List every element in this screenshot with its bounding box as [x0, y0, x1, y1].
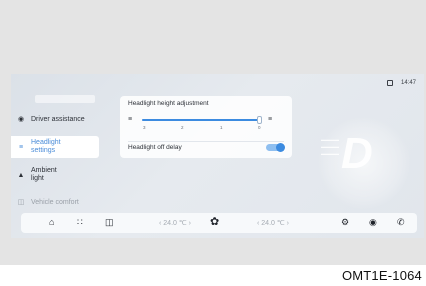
- headlight-icon: ≡: [18, 143, 24, 151]
- headlight-panel: Headlight height adjustment ≡ ≡ 3 2 1 0 …: [120, 96, 292, 158]
- slider-fill: [142, 119, 260, 121]
- right-temperature[interactable]: ‹ 24.0 ℃ ›: [257, 219, 289, 227]
- seat-icon: ◫: [17, 199, 25, 206]
- sidebar-item-label: Driver assistance: [31, 115, 85, 123]
- fan-icon[interactable]: ✿: [210, 215, 219, 228]
- slider-tick: 0: [258, 125, 261, 130]
- ambient-light-icon: ▲: [17, 171, 25, 179]
- slider-thumb[interactable]: [257, 116, 262, 124]
- bottom-dock: ⌂ ∷ ◫ ‹ 24.0 ℃ › ✿ ‹ 24.0 ℃ › ⚙ ◉ ✆: [21, 213, 417, 233]
- sidebar-item-ambient-light[interactable]: ▲ Ambient light: [11, 164, 99, 186]
- headlight-beams-illustration: — — —: [321, 129, 339, 163]
- steering-wheel-icon: ◉: [17, 116, 25, 123]
- high-beam-icon: ≡: [268, 116, 273, 123]
- sidebar-item-label: Headlight settings: [31, 139, 61, 154]
- slider-tick: 2: [181, 125, 184, 130]
- sidebar-item-vehicle-comfort[interactable]: ◫ Vehicle comfort: [11, 196, 99, 208]
- slider-tick: 3: [143, 125, 146, 130]
- clock: 14:47: [400, 80, 416, 86]
- slider-tick: 1: [220, 125, 223, 130]
- headlight-illustration-icon: D: [341, 129, 373, 178]
- car-icon[interactable]: ◫: [105, 217, 114, 228]
- headlight-height-slider-row: ≡ ≡ 3 2 1 0: [128, 113, 284, 131]
- headlight-off-delay-label: Headlight off delay: [128, 144, 182, 151]
- status-bar: 14:47: [386, 80, 416, 86]
- settings-icon[interactable]: ⚙: [341, 217, 349, 228]
- right-temp-value: 24.0: [261, 220, 275, 227]
- faded-header: [35, 95, 95, 103]
- sidebar-item-label: Ambient light: [31, 167, 57, 182]
- sidebar-item-headlight-settings[interactable]: ≡ Headlight settings: [11, 136, 99, 158]
- figure-code: OMT1E-1064: [341, 268, 422, 283]
- media-icon[interactable]: ◉: [369, 217, 377, 228]
- home-icon[interactable]: ⌂: [49, 217, 54, 227]
- low-beam-icon: ≡: [128, 116, 133, 123]
- phone-icon[interactable]: ✆: [397, 217, 405, 228]
- battery-icon: [386, 80, 393, 86]
- sidebar-item-label: Vehicle comfort: [31, 198, 79, 206]
- toggle-knob: [276, 143, 285, 152]
- headlight-height-slider[interactable]: [142, 116, 262, 124]
- left-temp-value: 24.0: [163, 220, 177, 227]
- panel-divider: [128, 141, 284, 142]
- left-temperature[interactable]: ‹ 24.0 ℃ ›: [159, 219, 191, 227]
- infotainment-screen: 14:47 ◉ Driver assistance ≡ Headlight se…: [11, 74, 424, 238]
- headlight-off-delay-toggle[interactable]: [266, 143, 285, 152]
- apps-icon[interactable]: ∷: [77, 217, 83, 228]
- sidebar-item-driver-assistance[interactable]: ◉ Driver assistance: [11, 112, 99, 126]
- panel-title: Headlight height adjustment: [128, 100, 209, 107]
